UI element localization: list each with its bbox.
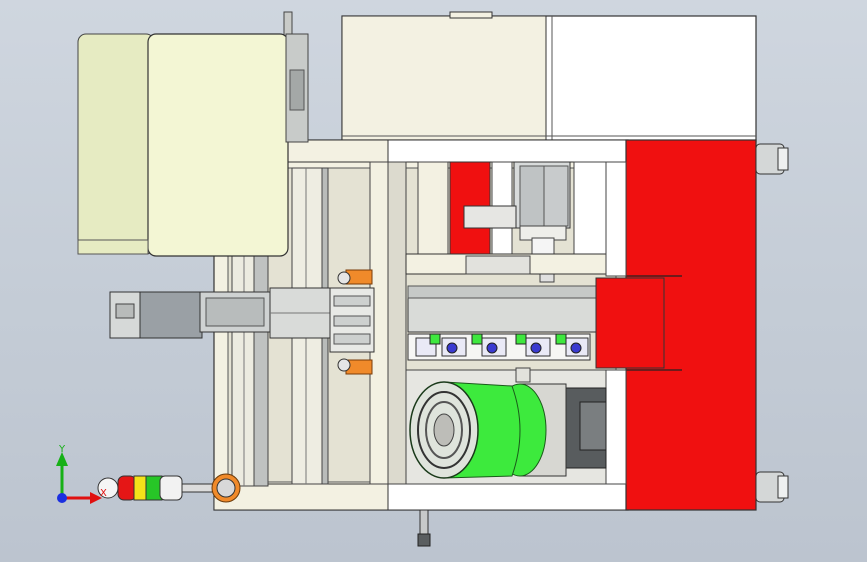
top-guard-housing: [341, 11, 757, 143]
bottom-connector: [417, 509, 431, 547]
axis-triad-icon: Y X: [56, 444, 107, 504]
axis-x-label: X: [100, 488, 107, 499]
axis-y-label: Y: [58, 444, 66, 455]
transfer-beam: [405, 253, 627, 333]
lower-feeder: [405, 367, 607, 485]
gripper-row: [407, 333, 591, 361]
cad-viewport[interactable]: Y X: [0, 0, 867, 562]
control-cabinet: [77, 33, 309, 257]
red-side-guard: [595, 139, 757, 511]
signal-tower-icon: [97, 473, 241, 503]
casters: [755, 143, 789, 503]
machine-model: Y X: [56, 11, 789, 547]
linear-axis-motor: [109, 287, 333, 339]
